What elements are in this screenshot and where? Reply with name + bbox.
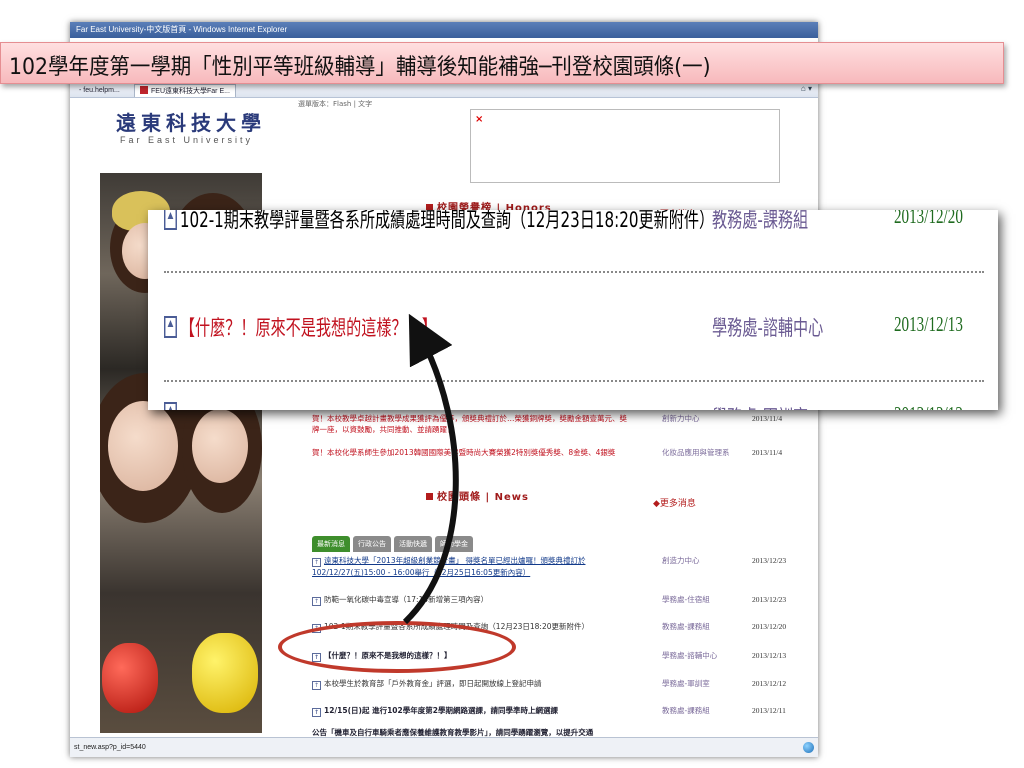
- news-row[interactable]: ↑ 遠東科技大學「2013年超級創業競計畫」 得獎名單已經出爐囉！頒獎典禮訂於10…: [312, 555, 798, 579]
- news-tabs: 最新消息 行政公告 活動快遞 師助學金: [312, 531, 476, 552]
- window-title: Far East University-中文版首頁 - Windows Inte…: [70, 22, 818, 38]
- browser-tab-bar: - feu.helpm... FEU遠東科技大學Far E... ⌂ ▾: [70, 82, 818, 98]
- arrow-up-icon: ↑: [312, 708, 321, 717]
- highlight-ellipse: [278, 621, 516, 673]
- arrow-up-icon: ↑: [312, 558, 321, 567]
- status-url: st_new.asp?p_id=5440: [74, 744, 146, 751]
- tab-events[interactable]: 活動快遞: [394, 536, 432, 552]
- tab-scholarship[interactable]: 師助學金: [435, 536, 473, 552]
- arrow-up-icon: [164, 316, 177, 338]
- slide-title: 102學年度第一學期「性別平等班級輔導」輔導後知能補強─刊登校園頭條(一): [9, 55, 711, 80]
- browser-tab-2[interactable]: FEU遠東科技大學Far E...: [134, 84, 236, 97]
- home-icon[interactable]: ⌂ ▾: [801, 84, 812, 93]
- browser-tab-2-label: FEU遠東科技大學Far E...: [151, 88, 230, 95]
- news-title: 校園頭條 | News: [426, 488, 529, 503]
- arrow-up-icon: ↑: [312, 597, 321, 606]
- globe-icon: [803, 742, 814, 753]
- site-logo-en: Far East University: [120, 135, 254, 145]
- tab-admin[interactable]: 行政公告: [353, 536, 391, 552]
- news-more-link[interactable]: ◆更多消息: [653, 496, 696, 509]
- zoom-callout: 102-1期末教學評量暨各系所成績處理時間及查詢（12月23日18:20更新附件…: [148, 210, 998, 410]
- divider: [164, 380, 984, 382]
- browser-tab-1[interactable]: - feu.helpm...: [74, 84, 125, 97]
- divider: [164, 271, 984, 273]
- slide-title-banner: 102學年度第一學期「性別平等班級輔導」輔導後知能補強─刊登校園頭條(一): [0, 42, 1004, 84]
- site-logo[interactable]: 遠東科技大學: [116, 107, 266, 136]
- arrow-up-icon: ↑: [312, 681, 321, 690]
- tab-latest-news[interactable]: 最新消息: [312, 536, 350, 552]
- flash-placeholder: ×: [470, 109, 780, 183]
- arrow-up-icon: [164, 210, 177, 230]
- menu-version-label[interactable]: 選單版本：Flash | 文字: [298, 99, 372, 109]
- favicon-icon: [140, 86, 148, 94]
- arrow-up-icon: [164, 402, 177, 410]
- broken-image-icon: ×: [475, 114, 484, 125]
- status-bar: st_new.asp?p_id=5440: [70, 737, 818, 757]
